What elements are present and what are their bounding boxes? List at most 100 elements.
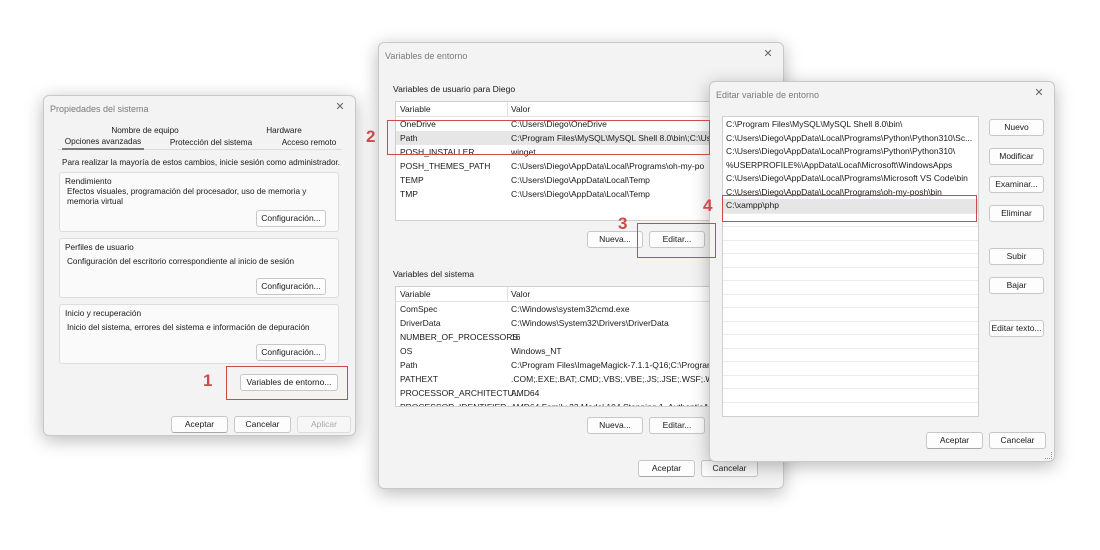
column-value[interactable]: Valor <box>511 289 530 299</box>
table-row[interactable]: PROCESSOR_IDENTIFIER AMD64 Family 23 Mode… <box>396 400 711 406</box>
window-title: Variables de entorno <box>385 51 468 61</box>
column-variable[interactable]: Variable <box>400 104 431 114</box>
startup-recovery-settings-button[interactable]: Configuración... <box>256 344 326 361</box>
column-separator <box>507 287 508 302</box>
browse-label: Examinar... <box>995 179 1038 189</box>
list-item[interactable]: C:\xampp\php <box>723 199 978 213</box>
variable-name: TEMP <box>400 175 424 185</box>
table-row[interactable]: DriverData C:\Windows\System32\Drivers\Dr… <box>396 316 711 330</box>
new-entry-button[interactable]: Nuevo <box>989 119 1044 136</box>
startup-recovery-text: Inicio del sistema, errores del sistema … <box>67 323 310 332</box>
window-title: Propiedades del sistema <box>50 104 149 114</box>
browse-button[interactable]: Examinar... <box>989 176 1044 193</box>
empty-row-line <box>723 212 978 214</box>
variable-name: NUMBER_OF_PROCESSORS <box>400 332 519 342</box>
admin-note: Para realizar la mayoría de estos cambio… <box>62 158 341 167</box>
delete-entry-button[interactable]: Eliminar <box>989 205 1044 222</box>
close-icon[interactable]: ✕ <box>332 100 348 114</box>
variable-name: PATHEXT <box>400 374 438 384</box>
cancel-button[interactable]: Cancelar <box>989 432 1046 449</box>
user-profiles-settings-button[interactable]: Configuración... <box>256 278 326 295</box>
variable-name: Path <box>400 133 418 143</box>
user-profiles-text: Configuración del escritorio correspondi… <box>67 257 295 266</box>
performance-settings-button[interactable]: Configuración... <box>256 210 326 227</box>
tab-hardware[interactable]: Hardware <box>254 126 314 135</box>
list-item[interactable]: C:\Users\Diego\AppData\Local\Programs\Mi… <box>723 172 978 186</box>
list-item[interactable]: C:\Users\Diego\AppData\Local\Programs\Py… <box>723 145 978 159</box>
close-icon[interactable]: ✕ <box>760 47 776 61</box>
system-edit-button[interactable]: Editar... <box>649 417 705 434</box>
ok-button[interactable]: Aceptar <box>926 432 983 449</box>
variable-name: Path <box>400 360 418 370</box>
list-header: Variable Valor <box>396 102 711 117</box>
step-3-number: 3 <box>618 214 628 233</box>
variable-value: Windows_NT <box>511 346 562 356</box>
startup-recovery-group: Inicio y recuperación Inicio del sistema… <box>59 304 339 364</box>
variable-value: C:\Users\Diego\OneDrive <box>511 119 607 129</box>
tab-system-protection[interactable]: Protección del sistema <box>168 138 254 147</box>
path-entries-list[interactable]: C:\Program Files\MySQL\MySQL Shell 8.0\b… <box>722 116 979 417</box>
variable-value: C:\Users\Diego\AppData\Local\Temp <box>511 175 650 185</box>
variable-value: C:\Windows\System32\Drivers\DriverData <box>511 318 669 328</box>
list-item[interactable]: C:\Users\Diego\AppData\Local\Programs\Py… <box>723 132 978 146</box>
cancel-button[interactable]: Cancelar <box>701 460 758 477</box>
empty-row-line <box>723 226 978 227</box>
edit-text-label: Editar texto... <box>991 323 1042 333</box>
user-edit-button[interactable]: Editar... <box>649 231 705 248</box>
variable-value: C:\Program Files\MySQL\MySQL Shell 8.0\b… <box>511 133 712 143</box>
empty-row-line <box>723 280 978 281</box>
variable-name: TMP <box>400 189 418 199</box>
column-value[interactable]: Valor <box>511 104 530 114</box>
list-item[interactable]: %USERPROFILE%\AppData\Local\Microsoft\Wi… <box>723 159 978 173</box>
ok-button[interactable]: Aceptar <box>638 460 695 477</box>
empty-row-line <box>723 374 978 376</box>
variable-value: C:\Program Files\ImageMagick-7.1.1-Q16;C… <box>511 360 712 370</box>
table-row[interactable]: POSH_THEMES_PATH C:\Users\Diego\AppData\L… <box>396 159 711 173</box>
user-new-button[interactable]: Nueva... <box>587 231 643 248</box>
variable-name: OS <box>400 346 413 356</box>
apply-button[interactable]: Aplicar <box>297 416 351 433</box>
resize-grip-icon[interactable] <box>1045 452 1052 459</box>
user-profiles-group: Perfiles de usuario Configuración del es… <box>59 238 339 298</box>
list-item[interactable]: C:\Program Files\MySQL\MySQL Shell 8.0\b… <box>723 118 978 132</box>
table-row[interactable]: OS Windows_NT <box>396 344 711 358</box>
close-icon[interactable]: ✕ <box>1031 86 1047 100</box>
move-up-button[interactable]: Subir <box>989 248 1044 265</box>
tab-advanced[interactable]: Opciones avanzadas <box>62 137 144 146</box>
table-row[interactable]: OneDrive C:\Users\Diego\OneDrive <box>396 117 711 131</box>
empty-row-line <box>723 334 978 335</box>
table-row[interactable]: TMP C:\Users\Diego\AppData\Local\Temp <box>396 187 711 201</box>
column-variable[interactable]: Variable <box>400 289 431 299</box>
edit-text-button[interactable]: Editar texto... <box>989 320 1044 337</box>
table-row[interactable]: ComSpec C:\Windows\system32\cmd.exe <box>396 302 711 316</box>
table-row[interactable]: POSH_INSTALLER winget <box>396 145 711 159</box>
table-row[interactable]: Path C:\Program Files\MySQL\MySQL Shell 8… <box>396 131 711 145</box>
variable-name: POSH_THEMES_PATH <box>400 161 491 171</box>
system-variables-list[interactable]: Variable Valor ComSpec C:\Windows\system3… <box>395 286 712 407</box>
tab-remote-access[interactable]: Acceso remoto <box>280 138 338 147</box>
ok-button[interactable]: Aceptar <box>171 416 228 433</box>
startup-recovery-title: Inicio y recuperación <box>65 308 142 318</box>
variable-value: winget <box>511 147 536 157</box>
variable-value: C:\Windows\system32\cmd.exe <box>511 304 630 314</box>
empty-row-line <box>723 266 978 268</box>
user-variables-heading: Variables de usuario para Diego <box>393 84 516 94</box>
variable-value: C:\Users\Diego\AppData\Local\Programs\oh… <box>511 161 705 171</box>
system-new-button[interactable]: Nueva... <box>587 417 643 434</box>
list-item[interactable]: C:\Users\Diego\AppData\Local\Programs\oh… <box>723 186 978 200</box>
table-row[interactable]: Path C:\Program Files\ImageMagick-7.1.1-Q… <box>396 358 711 372</box>
table-row[interactable]: PROCESSOR_ARCHITECTU... AMD64 <box>396 386 711 400</box>
environment-variables-button[interactable]: Variables de entorno... <box>240 374 338 391</box>
list-header: Variable Valor <box>396 287 711 302</box>
modify-entry-button[interactable]: Modificar <box>989 148 1044 165</box>
tab-computer-name[interactable]: Nombre de equipo <box>100 126 190 135</box>
user-variables-list[interactable]: Variable Valor OneDrive C:\Users\Diego\On… <box>395 101 712 221</box>
move-down-button[interactable]: Bajar <box>989 277 1044 294</box>
cancel-button[interactable]: Cancelar <box>234 416 291 433</box>
system-variables-heading: Variables del sistema <box>393 269 475 279</box>
table-row[interactable]: NUMBER_OF_PROCESSORS 16 <box>396 330 711 344</box>
table-row[interactable]: TEMP C:\Users\Diego\AppData\Local\Temp <box>396 173 711 187</box>
variable-name: POSH_INSTALLER <box>400 147 475 157</box>
delete-entry-label: Eliminar <box>1001 208 1032 218</box>
table-row[interactable]: PATHEXT .COM;.EXE;.BAT;.CMD;.VBS;.VBE;.JS… <box>396 372 711 386</box>
